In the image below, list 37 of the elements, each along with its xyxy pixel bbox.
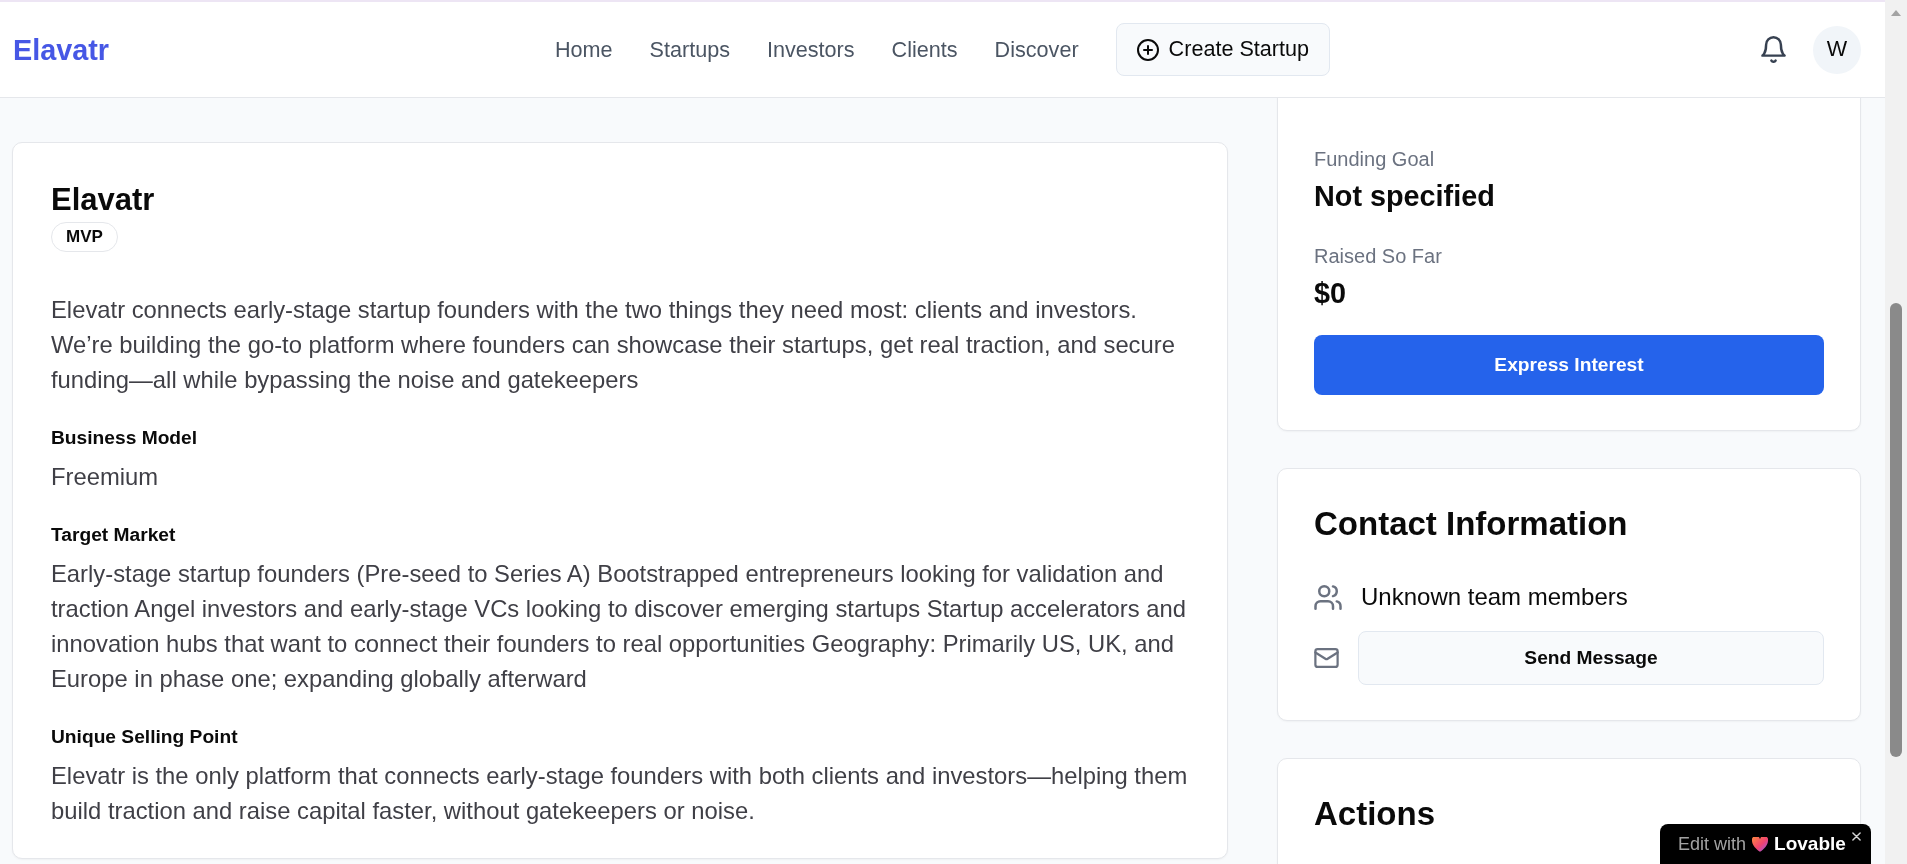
close-icon[interactable] [1852,832,1861,841]
nav-link[interactable]: Startups [649,35,730,64]
section-label: Business Model [51,426,199,450]
user-avatar[interactable]: W [1813,25,1861,74]
nav-link[interactable]: Home [554,35,613,64]
scrollbar[interactable] [1885,0,1907,864]
scrollbar-thumb[interactable] [1890,303,1902,757]
section-label: Target Market [51,523,177,547]
edit-with-text: Edit with [1678,833,1747,856]
mail-icon [1314,648,1339,668]
bell-icon[interactable] [1761,36,1786,63]
logo[interactable]: Elavatr [13,31,110,68]
plus-circle-icon [1136,38,1159,61]
nav-link[interactable]: Investors [767,35,855,64]
stat-label: Raised So Far [1314,244,1443,268]
card-title: Actions [1314,794,1436,834]
section-text: Early-stage startup founders (Pre-seed to Series A) Bootstrapped entrepreneurs looking for validation and traction Angel investors and early-stage VCs looking to discover emerging startups Startup accelerators and innovation hubs that want to connect their founders to real opportunities Geography: Primarily US, UK, and Europe in phase one; expanding globally afterward [51,559,1187,694]
section-text: Elevatr is the only platform that connects early-stage founders with both clients and investors—helping them build traction and raise capital faster, without gatekeepers or noise. [51,761,1189,826]
team-text: Unknown team members [1361,583,1628,611]
users-icon [1314,584,1342,610]
send-message-button[interactable]: Send Message [1358,631,1824,685]
nav-link[interactable]: Discover [994,35,1079,64]
stat-label: Funding Goal [1314,147,1436,171]
brand-name: Lovable [1774,832,1846,856]
create-startup-button[interactable]: Create Startup [1115,23,1331,76]
card-title: Contact Information [1314,504,1629,544]
stat-value: Not specified [1314,179,1496,214]
heart-icon [1752,837,1769,852]
section-text: Freemium [51,462,160,492]
express-interest-button[interactable]: Express Interest [1314,335,1824,395]
caret-up-icon[interactable] [1891,10,1901,16]
edit-badge[interactable]: Edit with Lovable [1660,824,1871,864]
nav-link[interactable]: Clients [891,35,958,64]
startup-name: Elavatr [51,181,156,219]
section-label: Unique Selling Point [51,725,239,749]
description-text: Elevatr connects early-stage startup founders with the two things they need most: clients and investors. We’re building the go-to platform where founders can showcase their startups, get real traction, and secure funding—all while bypassing the noise and gatekeepers [51,295,1176,395]
stat-value: $0 [1314,276,1348,311]
